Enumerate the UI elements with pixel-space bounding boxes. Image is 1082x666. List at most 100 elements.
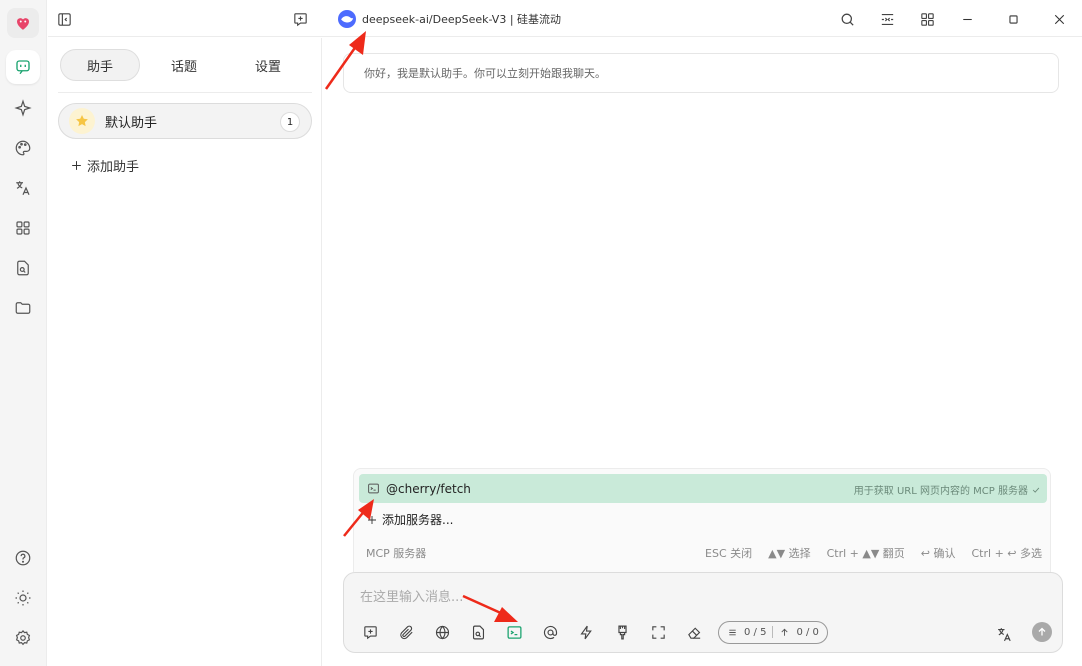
new-topic-button[interactable] — [288, 7, 312, 31]
hint-confirm: ↩ 确认 — [920, 547, 956, 560]
settings-gear-icon — [15, 629, 31, 646]
panel-tabs: 助手 话题 设置 — [58, 49, 312, 83]
rail-settings-button[interactable] — [6, 621, 40, 655]
maximize-button[interactable] — [1001, 7, 1025, 31]
new-topic-icon — [363, 625, 377, 639]
token-counter: 0 / 5 0 / 0 — [718, 620, 828, 644]
mcp-server-item[interactable]: @cherry/fetch 用于获取 URL 网页内容的 MCP 服务器 — [359, 474, 1047, 503]
minimize-button[interactable] — [955, 7, 979, 31]
search-icon — [841, 13, 854, 26]
knowledge-tool[interactable] — [466, 620, 490, 644]
translate-input-tool[interactable] — [992, 622, 1016, 646]
token-divider — [772, 626, 774, 638]
rail-agents-button[interactable] — [6, 91, 40, 125]
topic-count-badge: 1 — [280, 112, 300, 132]
close-icon — [1054, 14, 1064, 24]
layout-grid-icon — [920, 12, 934, 26]
top-bar: deepseek-ai/DeepSeek-V3 | 硅基流动 — [48, 0, 1082, 37]
translate-icon — [16, 181, 30, 195]
brush-icon — [617, 625, 627, 639]
search-button[interactable] — [835, 7, 859, 31]
context-count: 0 / 5 — [744, 626, 767, 638]
keyboard-hints: ESC 关闭 ▲▼ 选择 Ctrl + ▲▼ 翻页 ↩ 确认 Ctrl + ↩ … — [705, 545, 1042, 561]
hint-multiselect: Ctrl + ↩ 多选 — [971, 547, 1043, 560]
mcp-footer-label: MCP 服务器 — [366, 547, 427, 560]
arrow-up-icon — [781, 628, 789, 636]
message-input[interactable]: 在这里输入消息... — [360, 586, 463, 605]
greeting-message: 你好，我是默认助手。你可以立刻开始跟我聊天。 — [343, 53, 1059, 93]
help-icon — [15, 550, 31, 566]
mcp-server-description: 用于获取 URL 网页内容的 MCP 服务器 — [854, 482, 1041, 497]
star-avatar-icon — [69, 108, 95, 134]
deepseek-logo-icon — [338, 10, 356, 28]
clear-input-tool[interactable] — [682, 620, 706, 644]
mcp-server-desc-text: 用于获取 URL 网页内容的 MCP 服务器 — [853, 486, 1028, 497]
sidebar-toggle-icon — [57, 12, 71, 26]
terminal-icon — [368, 483, 379, 494]
app-logo[interactable] — [7, 8, 39, 38]
arrow-up-icon — [1038, 627, 1046, 636]
rail-paintings-button[interactable] — [6, 131, 40, 165]
rail-help-button[interactable] — [6, 541, 40, 575]
send-button[interactable] — [1032, 622, 1052, 642]
new-topic-tool[interactable] — [358, 620, 382, 644]
mcp-server-popup: @cherry/fetch 用于获取 URL 网页内容的 MCP 服务器 添加服… — [353, 468, 1051, 572]
palette-icon — [15, 140, 31, 156]
chat-icon — [16, 60, 30, 75]
rail-files-button[interactable] — [6, 291, 40, 325]
narrow-mode-icon — [881, 13, 893, 25]
web-search-tool[interactable] — [430, 620, 454, 644]
paperclip-icon — [399, 625, 413, 639]
file-search-icon — [472, 625, 484, 639]
folder-icon — [15, 302, 31, 314]
plus-icon — [368, 515, 376, 524]
quick-phrases-tool[interactable] — [574, 620, 598, 644]
eraser-icon — [687, 626, 700, 639]
mcp-popup-footer: MCP 服务器 ESC 关闭 ▲▼ 选择 Ctrl + ▲▼ 翻页 ↩ 确认 C… — [366, 545, 1042, 561]
clear-context-tool[interactable] — [610, 620, 634, 644]
hint-page: Ctrl + ▲▼ 翻页 — [826, 547, 905, 560]
add-assistant-button[interactable]: 添加助手 — [70, 156, 139, 175]
left-icon-rail — [0, 0, 47, 666]
narrow-mode-button[interactable] — [875, 7, 899, 31]
rail-theme-button[interactable] — [6, 581, 40, 615]
minimize-icon — [962, 18, 972, 20]
mcp-server-tool[interactable] — [502, 620, 526, 644]
close-button[interactable] — [1047, 7, 1071, 31]
model-selector[interactable]: deepseek-ai/DeepSeek-V3 | 硅基流动 — [338, 9, 561, 29]
tab-settings[interactable]: 设置 — [228, 49, 308, 81]
rail-translate-button[interactable] — [6, 171, 40, 205]
rail-apps-button[interactable] — [6, 211, 40, 245]
heart-logo-icon — [17, 18, 29, 30]
attach-tool[interactable] — [394, 620, 418, 644]
rail-chat-button[interactable] — [6, 50, 40, 84]
new-topic-icon — [293, 12, 307, 26]
translate-icon — [997, 627, 1011, 641]
tab-assistants[interactable]: 助手 — [60, 49, 140, 81]
rail-knowledge-button[interactable] — [6, 251, 40, 285]
globe-icon — [435, 625, 449, 639]
model-label: deepseek-ai/DeepSeek-V3 | 硅基流动 — [362, 13, 562, 26]
layout-button[interactable] — [915, 7, 939, 31]
apps-grid-icon — [16, 221, 30, 235]
add-mcp-server-button[interactable]: 添加服务器... — [366, 511, 453, 528]
expand-tool[interactable] — [646, 620, 670, 644]
toggle-sidebar-button[interactable] — [52, 7, 76, 31]
hint-select: ▲▼ 选择 — [768, 547, 811, 560]
mcp-server-name: @cherry/fetch — [386, 481, 471, 496]
panel-divider — [58, 92, 312, 93]
at-sign-icon — [543, 625, 557, 639]
tab-topics[interactable]: 话题 — [144, 49, 224, 81]
file-search-icon — [17, 260, 29, 276]
terminal-icon — [506, 625, 522, 639]
assistant-item-default[interactable]: 默认助手 1 — [58, 103, 312, 139]
theme-sun-icon — [15, 590, 31, 606]
chat-area: 你好，我是默认助手。你可以立刻开始跟我聊天。 @cherry/fetch 用于获… — [323, 38, 1082, 666]
app-window: deepseek-ai/DeepSeek-V3 | 硅基流动 助手 话题 设置 — [0, 0, 1082, 666]
message-composer: 在这里输入消息... 0 / 5 0 / 0 — [343, 572, 1063, 653]
add-assistant-label: 添加助手 — [87, 160, 140, 175]
lightning-icon — [579, 625, 592, 639]
mention-model-tool[interactable] — [538, 620, 562, 644]
token-count: 0 / 0 — [796, 626, 819, 638]
expand-icon — [651, 625, 665, 639]
